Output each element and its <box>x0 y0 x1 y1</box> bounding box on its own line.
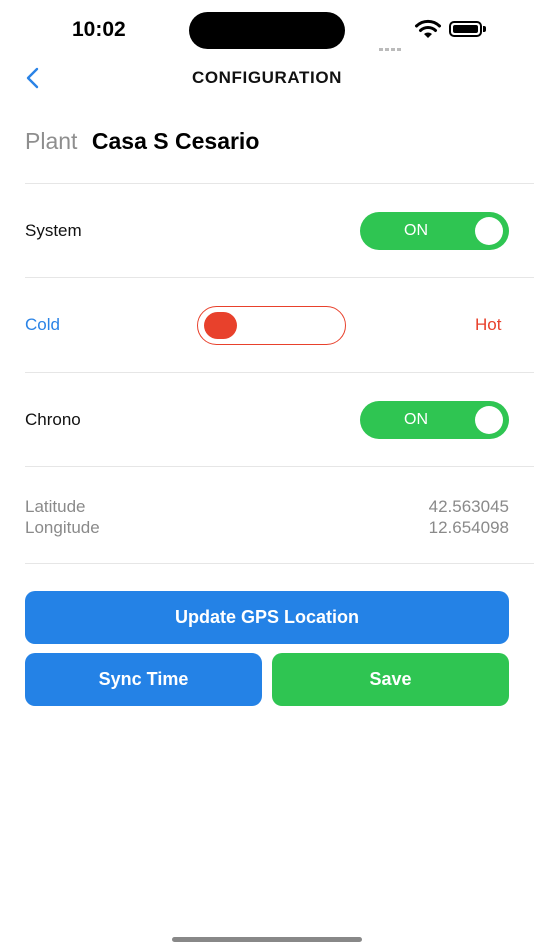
plant-name: Casa S Cesario <box>91 128 260 154</box>
mode-switch-knob <box>204 312 237 339</box>
latitude-value: 42.563045 <box>428 497 509 516</box>
system-toggle-text: ON <box>404 222 428 239</box>
wifi-icon <box>415 19 441 38</box>
page-title: CONFIGURATION <box>191 68 343 87</box>
toggle-knob <box>475 217 503 245</box>
latitude-label: Latitude <box>25 497 86 516</box>
update-gps-location-button[interactable]: Update GPS Location <box>25 591 509 644</box>
battery-cap <box>483 26 486 32</box>
cellular-signal-icon <box>379 33 403 51</box>
battery-icon <box>449 21 482 37</box>
system-label: System <box>25 221 82 240</box>
chrono-toggle-text: ON <box>404 411 428 428</box>
plant-row: Plant Casa S Cesario <box>25 128 259 160</box>
dynamic-island <box>189 12 345 49</box>
chrono-label: Chrono <box>25 410 81 429</box>
divider <box>25 372 534 373</box>
configuration-screen: 10:02 CONFIGURATION Plant Casa S Cesario… <box>0 0 534 950</box>
gps-coordinates: Latitude 42.563045 Longitude 12.654098 <box>25 496 509 538</box>
chrono-toggle[interactable]: ON <box>360 401 509 439</box>
longitude-label: Longitude <box>25 518 100 537</box>
system-toggle[interactable]: ON <box>360 212 509 250</box>
divider <box>25 277 534 278</box>
cold-label: Cold <box>25 315 60 334</box>
cold-hot-switch[interactable] <box>197 306 346 345</box>
hot-label: Hot <box>475 315 502 334</box>
home-indicator[interactable] <box>172 937 362 942</box>
longitude-value: 12.654098 <box>428 518 509 537</box>
status-time: 10:02 <box>72 18 126 41</box>
status-bar: 10:02 <box>0 0 534 60</box>
save-button[interactable]: Save <box>272 653 509 706</box>
sync-time-button[interactable]: Sync Time <box>25 653 262 706</box>
navigation-bar: CONFIGURATION <box>0 60 534 96</box>
plant-label: Plant <box>25 128 78 154</box>
longitude-row: Longitude 12.654098 <box>25 517 509 538</box>
divider <box>25 466 534 467</box>
divider <box>25 183 534 184</box>
latitude-row: Latitude 42.563045 <box>25 496 509 517</box>
toggle-knob <box>475 406 503 434</box>
divider <box>25 563 534 564</box>
